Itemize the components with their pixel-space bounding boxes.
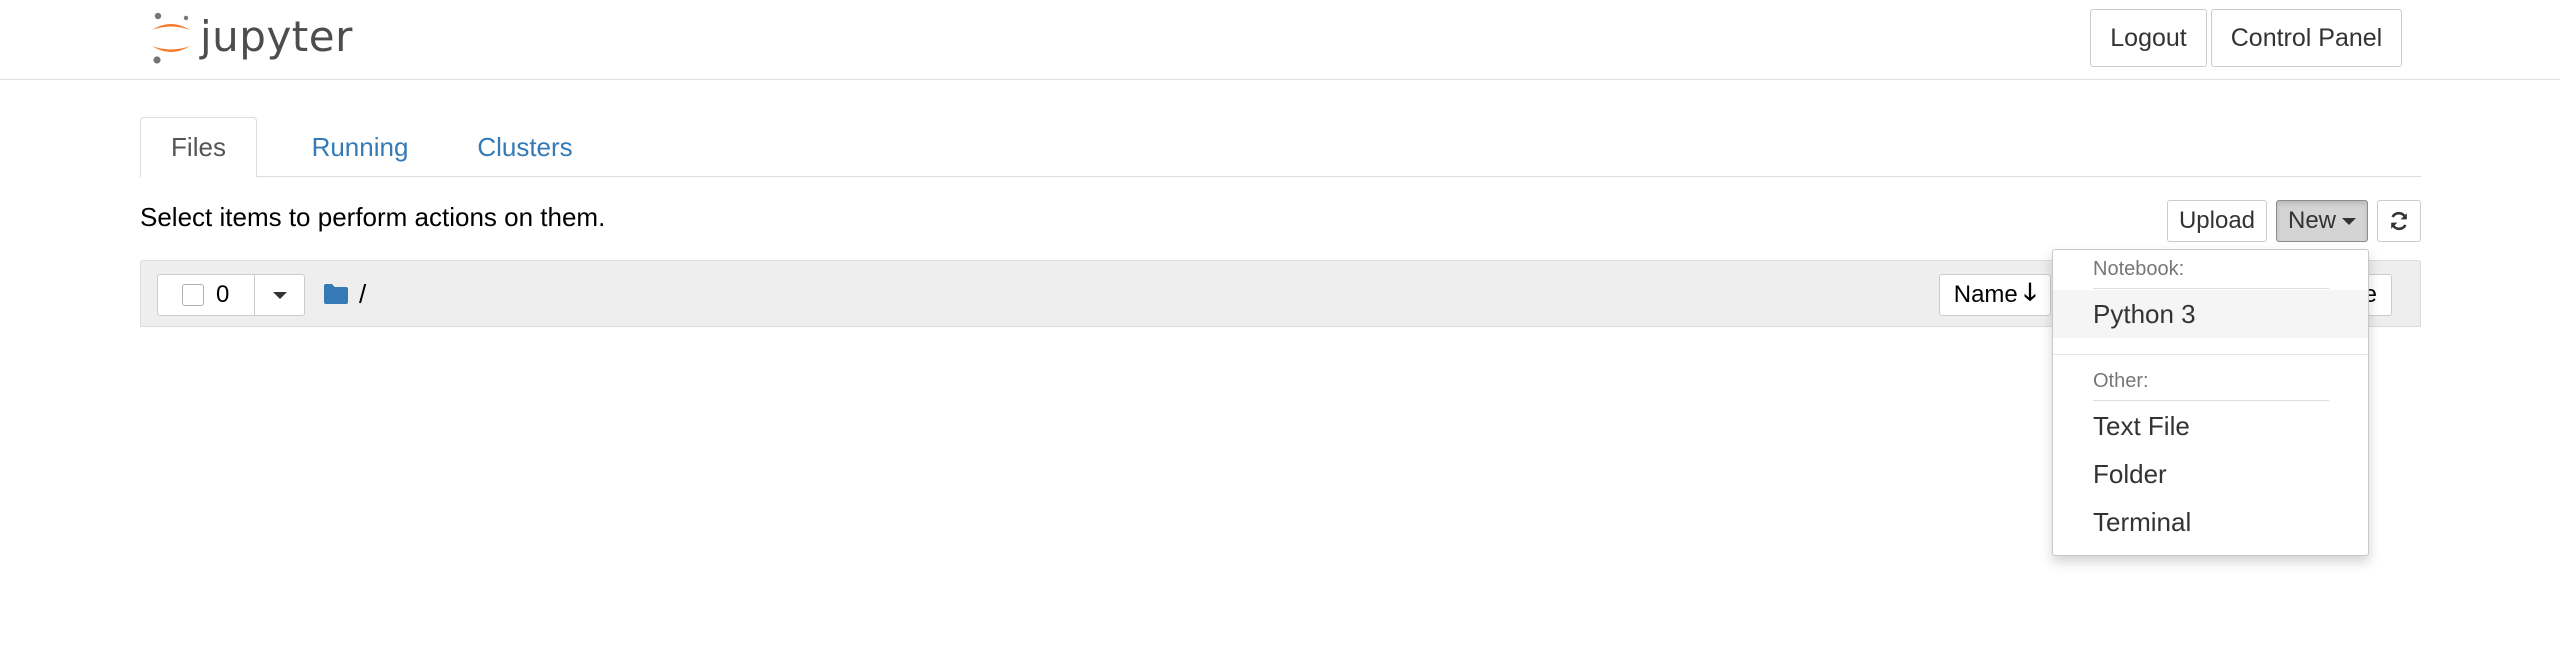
menu-header-rule xyxy=(2093,400,2329,401)
caret-down-icon xyxy=(2342,217,2356,225)
new-dropdown-button[interactable]: New xyxy=(2276,200,2368,242)
menu-divider xyxy=(2053,354,2368,355)
selected-count: 0 xyxy=(216,281,230,308)
new-dropdown-menu: Notebook: Python 3 Other: Text File Fold… xyxy=(2052,249,2369,556)
select-all-checkbox[interactable] xyxy=(182,284,204,306)
tab-running[interactable]: Running xyxy=(275,117,445,177)
instructions-text: Select items to perform actions on them. xyxy=(140,202,606,232)
caret-down-icon xyxy=(272,291,287,299)
refresh-button[interactable] xyxy=(2377,200,2421,242)
folder-icon[interactable] xyxy=(323,283,349,305)
breadcrumb: / xyxy=(323,279,366,309)
logout-button[interactable]: Logout xyxy=(2090,9,2207,67)
select-dropdown-button[interactable] xyxy=(255,274,305,316)
header-bar: jupyter Logout Control Panel xyxy=(0,0,2560,80)
menu-header-rule xyxy=(2093,288,2329,289)
jupyter-logo[interactable]: jupyter xyxy=(148,8,353,68)
sort-name-label: Name xyxy=(1953,281,2018,308)
new-button-label: New xyxy=(2287,207,2336,234)
refresh-icon xyxy=(2391,211,2407,231)
menu-item-terminal[interactable]: Terminal xyxy=(2053,498,2368,546)
menu-header-other: Other: xyxy=(2093,370,2149,392)
breadcrumb-root[interactable]: / xyxy=(359,279,366,310)
tab-files[interactable]: Files xyxy=(140,117,257,178)
tab-bar: Files Running Clusters xyxy=(140,117,2421,178)
arrow-down-icon: 🡓 xyxy=(2023,278,2037,306)
jupyter-logo-icon xyxy=(152,12,190,64)
upload-button[interactable]: Upload xyxy=(2167,200,2267,242)
select-all-box: 0 xyxy=(157,274,255,316)
menu-header-notebook: Notebook: xyxy=(2093,258,2185,280)
control-panel-button[interactable]: Control Panel xyxy=(2211,9,2402,67)
tab-clusters[interactable]: Clusters xyxy=(445,117,605,177)
jupyter-logo-text: jupyter xyxy=(200,11,353,61)
select-group: 0 xyxy=(157,274,305,316)
sort-by-name-button[interactable]: Name 🡓 xyxy=(1939,274,2051,316)
menu-item-folder[interactable]: Folder xyxy=(2053,450,2368,498)
menu-item-text-file[interactable]: Text File xyxy=(2053,402,2368,450)
menu-item-python3[interactable]: Python 3 xyxy=(2053,290,2368,338)
